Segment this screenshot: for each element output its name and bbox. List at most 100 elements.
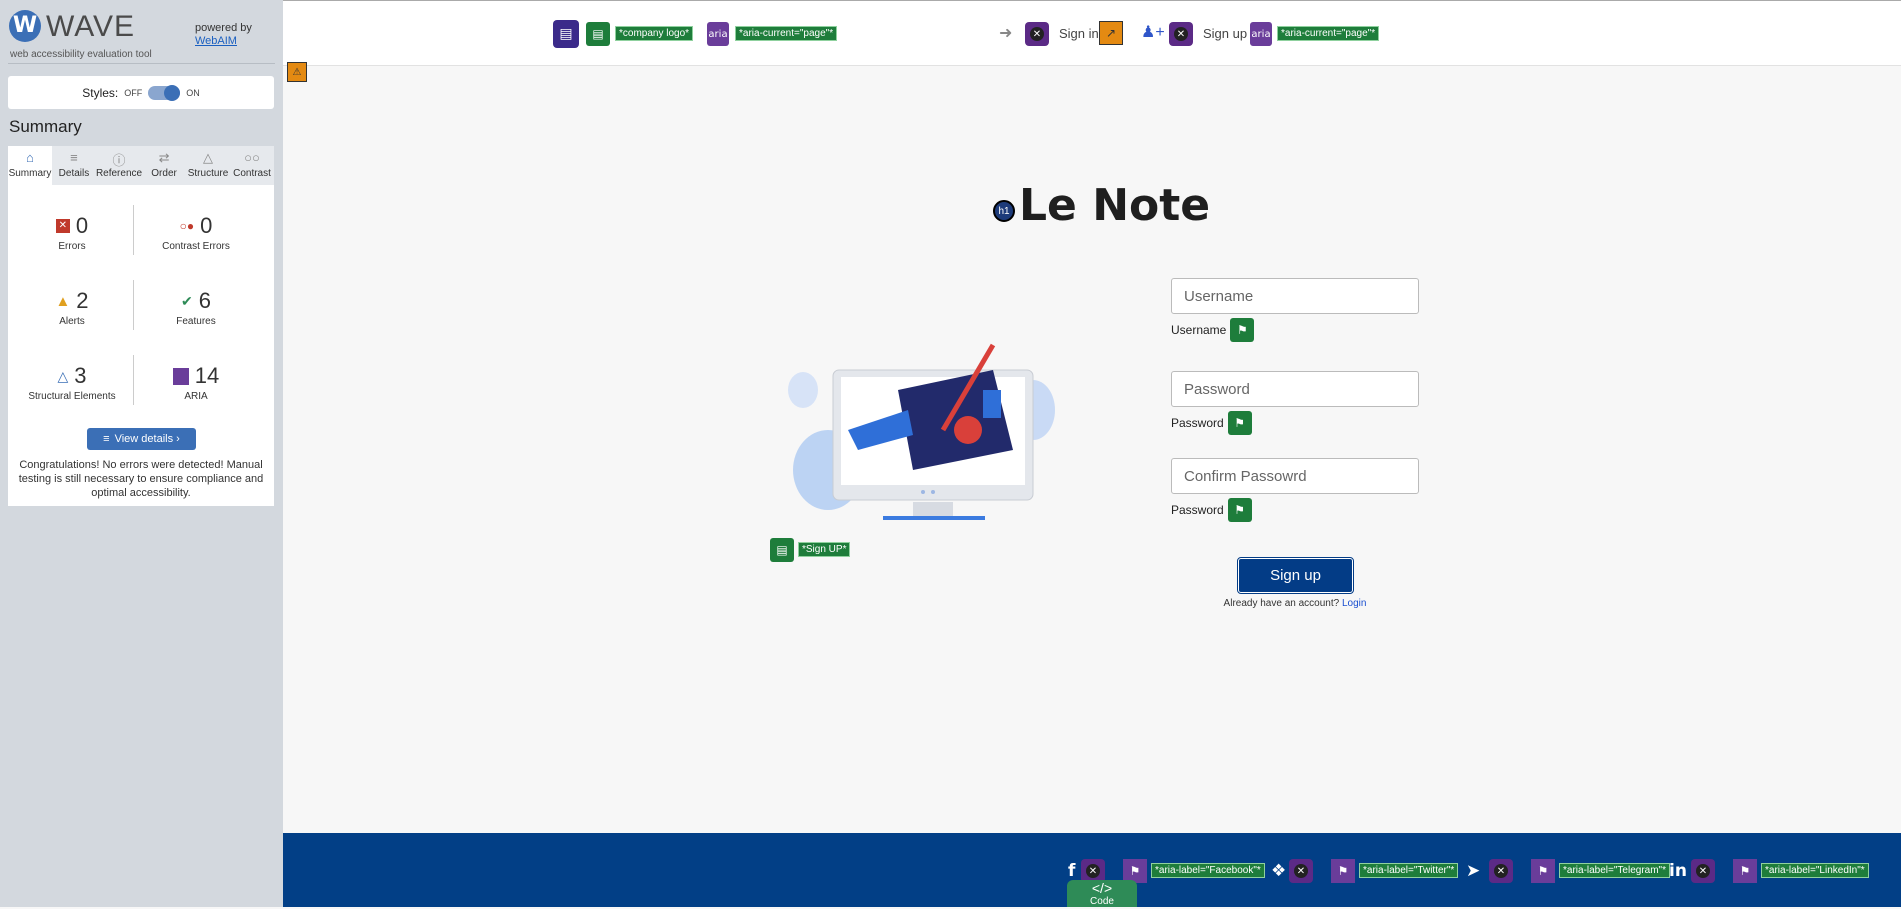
list-icon: ≡ [70, 150, 78, 165]
structure-icon: △ [57, 367, 69, 384]
divider [8, 63, 275, 64]
info-icon: ⓘ [112, 153, 126, 168]
signup-illustration [788, 343, 1055, 520]
tab-label: Order [151, 168, 177, 179]
sign-up-link[interactable]: Sign up [1203, 26, 1247, 41]
view-details-button[interactable]: ≡ View details › [87, 428, 196, 450]
stat-alerts[interactable]: ▲ 2 Alerts [12, 288, 132, 327]
tab-label: Contrast [233, 168, 271, 179]
telegram-aria-label: *aria-label="Telegram"* [1559, 863, 1670, 878]
features-count: 6 [198, 288, 211, 313]
errors-count: 0 [75, 213, 89, 238]
confirm-password-label-row: Password ⚑ [1171, 498, 1252, 522]
twitter-aria-label: *aria-label="Twitter"* [1359, 863, 1459, 878]
error-badge-icon [1489, 859, 1513, 883]
linkedin-aria-label: *aria-label="LinkedIn"* [1761, 863, 1869, 878]
feature-icon: ✔ [181, 292, 193, 309]
contrast-icon: ○○ [244, 150, 260, 165]
error-badge-icon [1169, 22, 1193, 46]
username-label: Username [1171, 323, 1227, 337]
tab-reference[interactable]: ⓘ Reference [96, 146, 142, 185]
styles-toggle-panel: Styles: OFF ON [8, 76, 274, 109]
contrast-errors-count: 0 [200, 213, 213, 238]
aria-label: ARIA [184, 391, 208, 402]
label-feature-icon: ⚑ [1230, 318, 1255, 342]
alt-text-feature-icon: ▤ [586, 22, 610, 46]
login-prompt: Already have an account? Login [1171, 598, 1419, 609]
webaim-link[interactable]: WebAIM [195, 35, 252, 48]
facebook-aria-label: *aria-label="Facebook"* [1151, 863, 1265, 878]
code-toggle-button[interactable]: </> Code [1067, 880, 1137, 907]
image-alt-label: *Sign UP* [798, 542, 851, 557]
alert-icon: ▲ [55, 292, 71, 310]
page-content: ▤ ▤ *company logo* aria *aria-current="p… [283, 0, 1901, 907]
sign-up-button[interactable]: Sign up [1237, 557, 1354, 594]
sign-in-icon: ➜ [999, 25, 1013, 42]
divider [133, 205, 134, 255]
tab-label: Structure [187, 168, 229, 179]
congrats-message: Congratulations! No errors were detected… [18, 459, 264, 499]
wave-title: WAVE [46, 10, 136, 43]
username-label-row: Username ⚑ [1171, 318, 1255, 342]
linkedin-icon[interactable]: in [1669, 861, 1687, 881]
username-input[interactable] [1171, 278, 1419, 314]
tab-details[interactable]: ≡ Details [52, 146, 96, 185]
summary-panel: ✕ 0 Errors ○● 0 Contrast Errors ▲ 2 Aler… [8, 185, 274, 506]
confirm-password-label: Password [1171, 503, 1224, 517]
stat-aria[interactable]: 14 ARIA [136, 363, 256, 402]
wave-logo-icon: W [9, 10, 41, 42]
confirm-password-input[interactable] [1171, 458, 1419, 494]
label-feature-icon: ⚑ [1227, 411, 1252, 435]
alerts-label: Alerts [59, 316, 85, 327]
error-icon: ✕ [55, 219, 70, 233]
tab-structure[interactable]: △ Structure [186, 146, 230, 185]
stat-contrast-errors[interactable]: ○● 0 Contrast Errors [136, 213, 256, 252]
view-details-label: View details › [114, 433, 180, 445]
page-title: Le Note [1019, 180, 1211, 231]
tab-summary[interactable]: ⌂ Summary [8, 146, 52, 185]
login-link[interactable]: Login [1342, 598, 1366, 609]
aria-icon: aria [707, 22, 729, 46]
facebook-icon[interactable]: f [1068, 861, 1075, 881]
toggle-knob [164, 84, 181, 101]
tab-label: Summary [8, 168, 52, 179]
alert-badge-icon: ↗ [1099, 21, 1123, 45]
powered-by: powered by WebAIM [195, 22, 252, 48]
already-text: Already have an account? [1223, 598, 1340, 609]
aria-current-label: *aria-current="page"* [1277, 26, 1380, 41]
alt-text-feature-icon: ▤ [770, 538, 794, 562]
stat-structural[interactable]: △ 3 Structural Elements [12, 363, 132, 402]
alert-badge-icon: ⚠ [287, 62, 307, 82]
stat-features[interactable]: ✔ 6 Features [136, 288, 256, 327]
stat-errors[interactable]: ✕ 0 Errors [12, 213, 132, 252]
errors-label: Errors [58, 241, 86, 252]
navbar: ▤ ▤ *company logo* aria *aria-current="p… [283, 0, 1901, 66]
tab-order[interactable]: ⇄ Order [142, 146, 186, 185]
sign-in-link[interactable]: Sign in [1059, 26, 1099, 41]
structural-count: 3 [74, 363, 87, 388]
aria-icon: aria [1250, 22, 1272, 46]
styles-label: Styles: [82, 85, 119, 100]
tab-contrast[interactable]: ○○ Contrast [230, 146, 274, 185]
structure-icon: △ [203, 150, 214, 165]
twitter-icon[interactable]: ❖ [1271, 861, 1286, 881]
tab-label: Reference [95, 168, 143, 179]
styles-off-label: OFF [124, 87, 143, 98]
wave-sidebar: W WAVE web accessibility evaluation tool… [0, 0, 283, 907]
h1-structure-icon: h1 [993, 200, 1015, 222]
add-user-icon: ♟+ [1141, 24, 1165, 41]
styles-toggle[interactable] [148, 84, 181, 101]
error-badge-icon [1289, 859, 1313, 883]
styles-on-label: ON [186, 87, 200, 98]
aria-label-icon: ⚑ [1331, 859, 1355, 883]
list-icon: ≡ [103, 433, 110, 445]
password-input[interactable] [1171, 371, 1419, 407]
alerts-count: 2 [76, 288, 89, 313]
telegram-icon[interactable]: ➤ [1466, 861, 1480, 881]
contrast-error-icon: ○● [179, 219, 195, 233]
error-badge-icon [1025, 22, 1049, 46]
label-feature-icon: ⚑ [1227, 498, 1252, 522]
notebook-logo-icon[interactable]: ▤ [553, 20, 579, 48]
code-icon: </> [1091, 880, 1113, 896]
company-logo-alt-label: *company logo* [615, 26, 694, 41]
